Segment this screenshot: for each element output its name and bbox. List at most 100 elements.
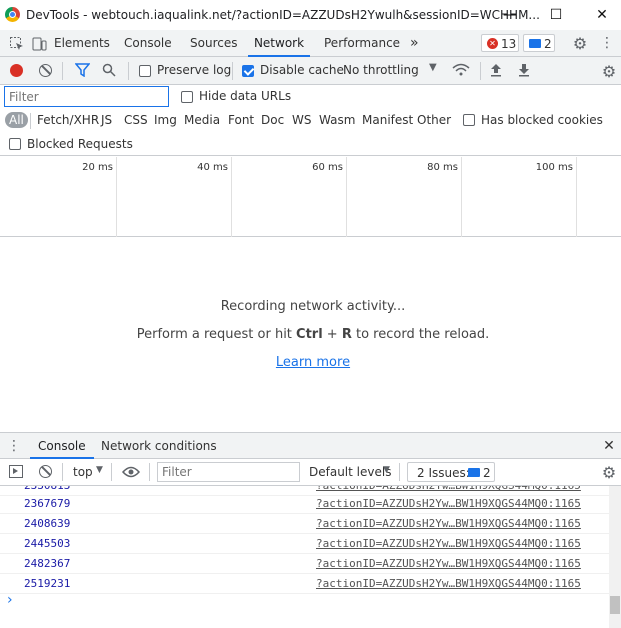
has-blocked-cookies-label: Has blocked cookies xyxy=(481,113,603,127)
log-source-link[interactable]: ?actionID=AZZUDsH2Yw…BW1H9XQGS44MQ0:1165 xyxy=(316,577,581,590)
import-har-upload-icon[interactable] xyxy=(489,62,503,78)
chrome-logo-icon xyxy=(5,7,20,22)
throttling-select[interactable]: No throttling xyxy=(343,63,419,77)
toolbar-divider xyxy=(149,463,150,481)
toolbar-divider xyxy=(232,62,233,80)
scrollbar-thumb[interactable] xyxy=(610,596,620,614)
shortcut-ctrl: Ctrl xyxy=(296,327,323,342)
drawer-tab-bar: ⋮ Console Network conditions ✕ xyxy=(0,432,621,459)
close-drawer-icon[interactable]: ✕ xyxy=(601,437,617,455)
record-hint-suffix: to record the reload. xyxy=(351,327,490,342)
timeline-gridline xyxy=(116,157,117,237)
close-window-button[interactable]: ✕ xyxy=(579,0,621,30)
hide-data-urls-checkbox[interactable] xyxy=(181,91,193,103)
chevron-down-icon[interactable]: ▼ xyxy=(383,465,390,475)
chevron-down-icon[interactable]: ▼ xyxy=(96,465,103,475)
type-filter-font[interactable]: Font xyxy=(228,113,254,127)
recording-message: Recording network activity... xyxy=(220,299,406,314)
network-overview-timeline[interactable]: 20 ms 40 ms 60 ms 80 ms 100 ms xyxy=(0,157,621,237)
tab-sources[interactable]: Sources xyxy=(190,30,237,57)
preserve-log-checkbox[interactable] xyxy=(139,65,151,77)
drawer-menu-icon[interactable]: ⋮ xyxy=(7,437,21,455)
console-messages: 2330813 ?actionID=AZZUDsH2Yw…BW1H9XQGS44M… xyxy=(0,486,621,628)
preserve-log-label: Preserve log xyxy=(157,63,232,77)
tab-performance[interactable]: Performance xyxy=(324,30,400,57)
log-source-link[interactable]: ?actionID=AZZUDsH2Yw…BW1H9XQGS44MQ0:1165 xyxy=(316,537,581,550)
issues-button[interactable]: 2 Issues: 2 xyxy=(407,462,495,482)
console-prompt[interactable]: › xyxy=(7,592,13,608)
console-filter-input[interactable] xyxy=(157,462,300,482)
toolbar-divider xyxy=(62,463,63,481)
maximize-button[interactable]: ☐ xyxy=(533,0,579,30)
errors-badge[interactable]: ✕ 13 xyxy=(481,34,519,52)
has-blocked-cookies-checkbox[interactable] xyxy=(463,114,475,126)
toolbar-divider xyxy=(128,62,129,80)
type-filter-js[interactable]: JS xyxy=(101,113,112,127)
timeline-tick-label: 40 ms xyxy=(197,162,228,173)
more-options-icon[interactable]: ⋮ xyxy=(600,34,614,52)
type-filter-other[interactable]: Other xyxy=(417,113,451,127)
log-source-link[interactable]: ?actionID=AZZUDsH2Yw…BW1H9XQGS44MQ0:1165 xyxy=(316,497,581,510)
search-icon[interactable] xyxy=(101,62,117,78)
disable-cache-checkbox[interactable] xyxy=(242,65,254,77)
learn-more-link[interactable]: Learn more xyxy=(0,355,621,370)
type-filter-doc[interactable]: Doc xyxy=(261,113,284,127)
errors-count: 13 xyxy=(501,37,517,51)
network-empty-state: Recording network activity... Perform a … xyxy=(0,238,621,432)
timeline-tick-label: 100 ms xyxy=(535,162,573,173)
console-log-row: 2519231 ?actionID=AZZUDsH2Yw…BW1H9XQGS44M… xyxy=(0,574,609,594)
clear-icon[interactable] xyxy=(39,64,52,77)
log-source-link[interactable]: ?actionID=AZZUDsH2Yw…BW1H9XQGS44MQ0:1165 xyxy=(316,517,581,530)
log-source-link[interactable]: ?actionID=AZZUDsH2Yw…BW1H9XQGS44MQ0:1165 xyxy=(316,486,581,492)
context-select[interactable]: top xyxy=(73,465,93,479)
chevron-down-icon[interactable]: ▼ xyxy=(429,62,437,73)
title-bar: DevTools - webtouch.iaqualink.net/?actio… xyxy=(0,0,621,30)
tab-network[interactable]: Network xyxy=(248,30,310,57)
log-value: 2408639 xyxy=(24,517,71,530)
inspect-element-icon[interactable] xyxy=(8,35,26,53)
timeline-gridline xyxy=(576,157,577,237)
type-filter-css[interactable]: CSS xyxy=(124,113,148,127)
message-icon xyxy=(529,39,541,48)
minimize-button[interactable]: — xyxy=(487,0,533,30)
record-button[interactable] xyxy=(10,64,23,77)
type-filter-img[interactable]: Img xyxy=(154,113,177,127)
export-har-download-icon[interactable] xyxy=(517,62,531,78)
blocked-requests-checkbox[interactable] xyxy=(9,138,21,150)
settings-gear-icon[interactable]: ⚙ xyxy=(571,34,589,53)
type-filter-media[interactable]: Media xyxy=(184,113,220,127)
log-source-link[interactable]: ?actionID=AZZUDsH2Yw…BW1H9XQGS44MQ0:1165 xyxy=(316,557,581,570)
log-value: 2330813 xyxy=(24,486,70,492)
network-toolbar: Preserve log Disable cache No throttling… xyxy=(0,57,621,85)
messages-count: 2 xyxy=(544,37,552,51)
network-settings-gear-icon[interactable]: ⚙ xyxy=(600,62,618,81)
console-log-row: 2482367 ?actionID=AZZUDsH2Yw…BW1H9XQGS44M… xyxy=(0,554,609,574)
device-toolbar-icon[interactable] xyxy=(30,35,48,53)
filter-funnel-icon[interactable] xyxy=(74,62,90,78)
record-hint-prefix: Perform a request or hit xyxy=(136,327,297,342)
filter-input[interactable] xyxy=(4,86,169,107)
sidebar-toggle-icon[interactable] xyxy=(9,465,23,478)
log-value: 2482367 xyxy=(24,557,71,570)
tab-elements[interactable]: Elements xyxy=(54,30,110,57)
type-filter-ws[interactable]: WS xyxy=(292,113,311,127)
drawer-tab-network-conditions[interactable]: Network conditions xyxy=(101,433,217,459)
console-settings-gear-icon[interactable]: ⚙ xyxy=(600,463,618,482)
issues-label: 2 Issues: xyxy=(417,466,470,480)
clear-console-icon[interactable] xyxy=(39,465,52,478)
filter-divider xyxy=(30,113,31,129)
type-filter-wasm[interactable]: Wasm xyxy=(319,113,355,127)
type-filter-all[interactable]: All xyxy=(5,112,28,128)
type-filter-fetch-xhr[interactable]: Fetch/XHR xyxy=(37,113,99,127)
timeline-gridline xyxy=(231,157,232,237)
drawer-tab-console[interactable]: Console xyxy=(30,433,94,459)
console-toolbar: top ▼ Default levels ▼ 2 Issues: 2 ⚙ xyxy=(0,459,621,486)
tab-console[interactable]: Console xyxy=(124,30,172,57)
log-levels-select[interactable]: Default levels xyxy=(309,465,391,479)
messages-badge[interactable]: 2 xyxy=(523,34,555,52)
type-filter-manifest[interactable]: Manifest xyxy=(362,113,413,127)
live-expression-eye-icon[interactable] xyxy=(122,464,140,480)
console-scrollbar[interactable] xyxy=(609,486,621,628)
more-tabs-button[interactable]: » xyxy=(410,30,419,57)
network-conditions-wifi-icon[interactable] xyxy=(452,62,470,78)
